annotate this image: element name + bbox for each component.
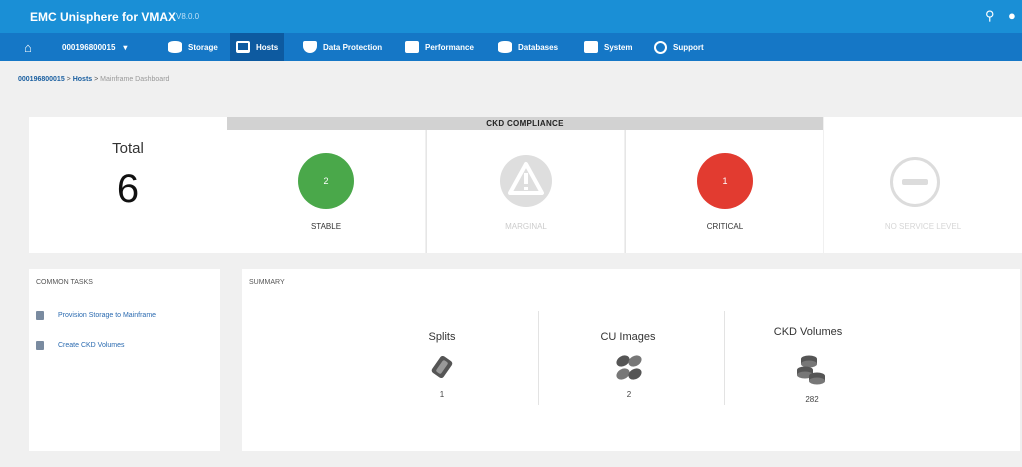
summary-title: SUMMARY	[249, 279, 285, 286]
nav-hosts[interactable]: Hosts	[230, 33, 285, 61]
main-nav: ⌂ 000196800015 ▾ Storage Hosts Data Prot…	[0, 33, 1022, 61]
nav-performance-label: Performance	[425, 42, 474, 52]
no-service-level-label: NO SERVICE LEVEL	[884, 222, 962, 231]
task-provision-storage[interactable]: Provision Storage to Mainframe	[36, 311, 156, 320]
total-label: Total	[112, 140, 144, 157]
title-bar: EMC Unisphere for VMAX V8.0.0 ⚲ ●	[0, 0, 1022, 33]
task-provision-storage-label: Provision Storage to Mainframe	[58, 312, 157, 319]
nav-support[interactable]: Support	[654, 33, 704, 61]
nav-hosts-label: Hosts	[256, 42, 279, 52]
monitor-icon	[236, 41, 250, 53]
breadcrumb: 000196800015 > Hosts > Mainframe Dashboa…	[18, 76, 169, 83]
summary-divider	[724, 311, 725, 405]
ckd-volumes-icon[interactable]	[795, 353, 829, 387]
breadcrumb-current: Mainframe Dashboard	[100, 76, 170, 83]
performance-icon	[405, 41, 419, 53]
stable-count-circle: 2	[298, 153, 354, 209]
home-icon: ⌂	[24, 39, 32, 55]
warning-icon	[500, 155, 552, 207]
nav-system[interactable]: System	[584, 33, 632, 61]
nav-data-protection[interactable]: Data Protection	[303, 33, 382, 61]
nav-databases-label: Databases	[518, 42, 559, 52]
total-card: Total 6	[29, 117, 227, 253]
nav-storage[interactable]: Storage	[168, 33, 218, 61]
search-icon[interactable]: ⚲	[985, 8, 995, 24]
no-service-level-card[interactable]: NO SERVICE LEVEL	[824, 117, 1022, 253]
split-icon[interactable]	[426, 353, 458, 383]
storage-icon	[168, 41, 182, 53]
nav-performance[interactable]: Performance	[405, 33, 474, 61]
breadcrumb-hosts[interactable]: Hosts	[73, 76, 92, 83]
task-create-ckd-volumes-label: Create CKD Volumes	[58, 342, 125, 349]
database-icon	[498, 41, 512, 53]
no-entry-icon	[890, 157, 940, 207]
app-version: V8.0.0	[176, 12, 200, 21]
common-tasks-title: COMMON TASKS	[36, 279, 93, 286]
marginal-card[interactable]: MARGINAL	[426, 130, 624, 253]
cu-images-label: CU Images	[600, 331, 656, 343]
breadcrumb-array[interactable]: 000196800015	[18, 76, 65, 83]
task-icon	[36, 341, 44, 350]
ckd-compliance-title: CKD COMPLIANCE	[486, 119, 564, 128]
splits-label: Splits	[428, 331, 456, 343]
critical-count-circle: 1	[697, 153, 753, 209]
critical-label: CRITICAL	[706, 222, 744, 231]
nav-databases[interactable]: Databases	[498, 33, 558, 61]
cu-images-value[interactable]: 2	[609, 390, 649, 399]
shield-icon	[303, 41, 317, 53]
critical-card[interactable]: 1 CRITICAL	[625, 130, 823, 253]
stable-card[interactable]: 2 STABLE	[227, 130, 425, 253]
array-selector[interactable]: 000196800015 ▾	[62, 33, 127, 61]
user-icon[interactable]: ●	[1008, 8, 1016, 23]
splits-value[interactable]: 1	[422, 390, 462, 399]
ckd-compliance-header: CKD COMPLIANCE	[227, 117, 823, 130]
help-icon	[654, 40, 667, 54]
nav-system-label: System	[604, 42, 633, 52]
marginal-label: MARGINAL	[505, 222, 547, 231]
app-title: EMC Unisphere for VMAX	[30, 10, 177, 24]
nav-support-label: Support	[673, 42, 704, 52]
nav-storage-label: Storage	[188, 42, 218, 52]
stable-label: STABLE	[310, 222, 342, 231]
system-icon	[584, 41, 598, 53]
summary-panel: SUMMARY Splits 1 CU Images 2 CKD Volumes…	[242, 269, 1020, 451]
total-value: 6	[116, 167, 140, 211]
common-tasks-panel: COMMON TASKS Provision Storage to Mainfr…	[29, 269, 220, 451]
task-create-ckd-volumes[interactable]: Create CKD Volumes	[36, 341, 125, 350]
nav-data-protection-label: Data Protection	[323, 42, 383, 52]
home-button[interactable]: ⌂	[24, 33, 32, 61]
chevron-down-icon: ▾	[123, 42, 128, 52]
summary-divider	[538, 311, 539, 405]
cu-images-icon[interactable]	[614, 353, 644, 383]
ckd-volumes-value[interactable]: 282	[792, 395, 832, 404]
array-selector-label: 000196800015	[62, 42, 116, 52]
ckd-volumes-label: CKD Volumes	[773, 326, 843, 338]
task-icon	[36, 311, 44, 320]
